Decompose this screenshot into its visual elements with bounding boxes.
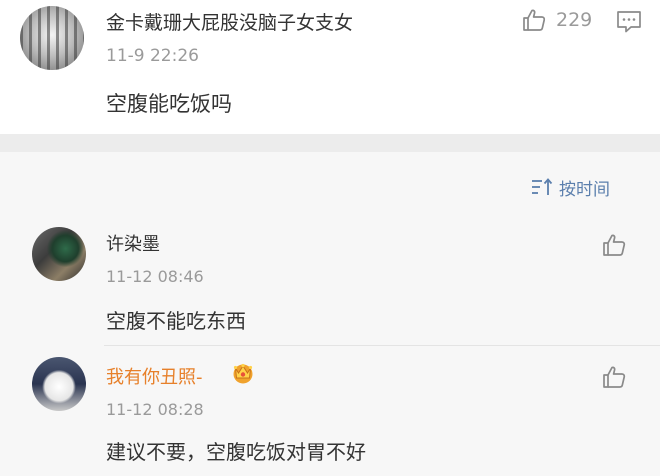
section-divider-band — [0, 134, 660, 152]
avatar[interactable] — [32, 357, 86, 411]
reply-timestamp: 11-12 08:28 — [106, 400, 204, 419]
sort-icon — [532, 178, 553, 195]
thumbs-up-icon[interactable] — [601, 364, 627, 390]
sort-label: 按时间 — [559, 179, 610, 200]
reply-text: 建议不要，空腹吃饭对胃不好 — [106, 440, 366, 464]
thumbs-up-icon[interactable] — [521, 7, 547, 33]
avatar[interactable] — [32, 227, 86, 281]
comment-username[interactable]: 金卡戴珊大屁股没脑子女支女 — [106, 8, 353, 35]
replies-section: 按时间 许染墨 11-12 08:46 空腹不能吃东西 我有你丑照- 11-12… — [0, 152, 660, 476]
like-count: 229 — [556, 9, 593, 31]
comment-timestamp: 11-9 22:26 — [106, 46, 199, 66]
reply-divider — [104, 345, 660, 346]
comment-thread: 金卡戴珊大屁股没脑子女支女 11-9 22:26 空腹能吃饭吗 229 按时间 … — [0, 0, 660, 476]
comment-text: 空腹能吃饭吗 — [106, 92, 232, 116]
reply-text: 空腹不能吃东西 — [106, 309, 246, 333]
main-comment: 金卡戴珊大屁股没脑子女支女 11-9 22:26 空腹能吃饭吗 229 — [0, 0, 660, 134]
thumbs-up-icon[interactable] — [601, 232, 627, 258]
comment-icon[interactable] — [616, 10, 642, 34]
sort-by-time-button[interactable]: 按时间 — [531, 174, 610, 200]
crown-icon — [233, 363, 253, 384]
reply-username[interactable]: 许染墨 — [106, 230, 160, 256]
reply-timestamp: 11-12 08:46 — [106, 267, 204, 286]
reply-username[interactable]: 我有你丑照- — [106, 363, 203, 389]
avatar[interactable] — [20, 6, 84, 70]
